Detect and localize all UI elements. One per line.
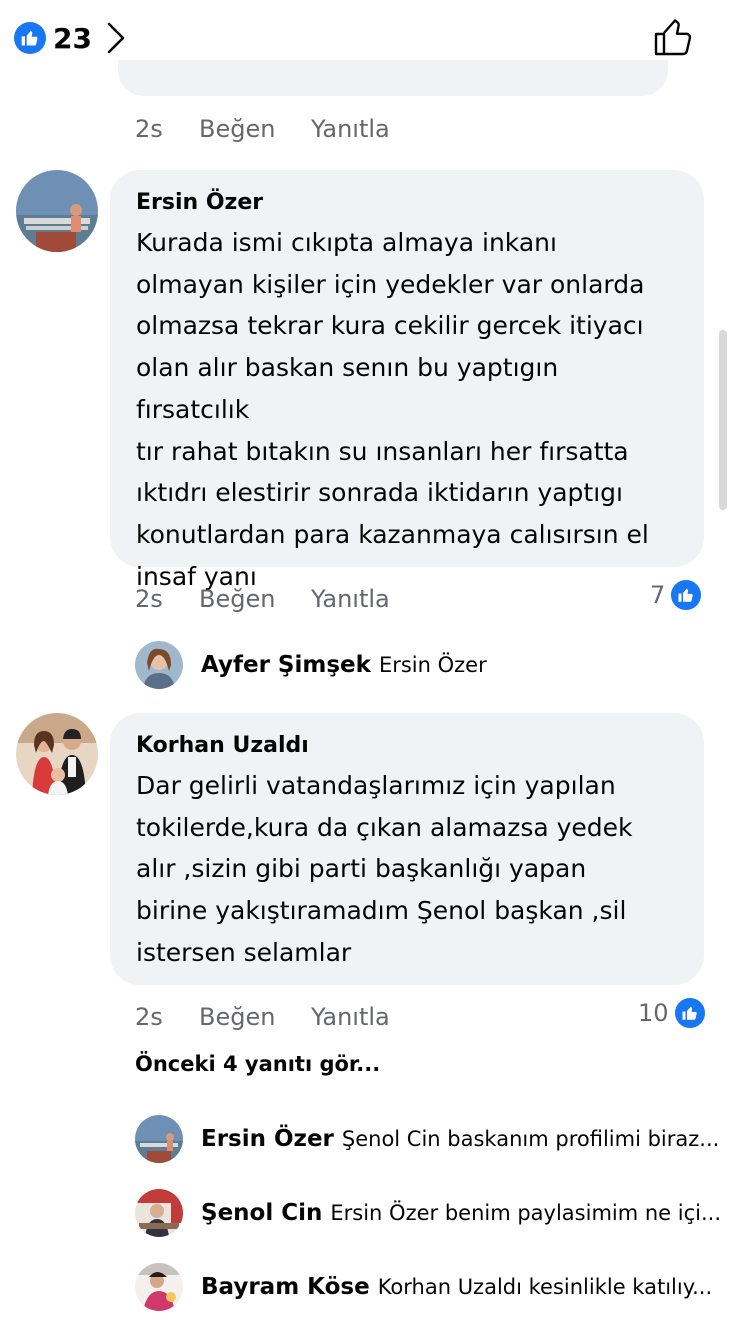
comment-author[interactable]: Korhan Uzaldı	[136, 731, 678, 761]
comment-time: 2s	[135, 585, 163, 613]
comment-time: 2s	[135, 115, 163, 143]
avatar	[135, 641, 183, 689]
reply-preview[interactable]: Ayfer Şimşek Ersin Özer	[135, 640, 487, 690]
thumbs-up-icon	[14, 22, 46, 54]
avatar	[135, 1115, 183, 1163]
comment-time: 2s	[135, 1003, 163, 1031]
reply-text: Şenol Cin baskanım profilimi biraz...	[341, 1127, 720, 1151]
like-link[interactable]: Beğen	[199, 115, 311, 143]
comment-actions: 2s Beğen Yanıtla	[135, 582, 390, 616]
reply-preview[interactable]: Ersin Özer Şenol Cin baskanım profilimi …	[135, 1114, 719, 1164]
reaction-count: 23	[53, 22, 92, 55]
thumbs-up-icon	[672, 996, 707, 1030]
avatar	[135, 1263, 183, 1311]
reaction-count: 7	[650, 581, 666, 609]
reaction-count: 10	[638, 999, 669, 1027]
reply-preview[interactable]: Bayram Köse Korhan Uzaldı kesinlikle kat…	[135, 1262, 712, 1312]
reply-link[interactable]: Yanıtla	[311, 115, 390, 143]
comment-bubble[interactable]: Korhan Uzaldı Dar gelirli vatandaşlarımı…	[110, 713, 704, 985]
reply-author[interactable]: Ayfer Şimşek	[201, 652, 371, 678]
reply-text: Korhan Uzaldı kesinlikle katılıy...	[377, 1275, 713, 1299]
avatar	[135, 1189, 183, 1237]
view-previous-replies-link[interactable]: Önceki 4 yanıtı gör...	[135, 1052, 380, 1076]
comment-text: Kurada ismi cıkıpta almaya inkanı olmaya…	[136, 228, 649, 591]
like-link[interactable]: Beğen	[199, 585, 311, 613]
comment-text: Dar gelirli vatandaşlarımız için yapılan…	[136, 771, 633, 967]
reply-author[interactable]: Bayram Köse	[201, 1274, 370, 1300]
like-link[interactable]: Beğen	[199, 1003, 311, 1031]
reply-preview[interactable]: Şenol Cin Ersin Özer benim paylasimim ne…	[135, 1188, 721, 1238]
reply-author[interactable]: Ersin Özer	[201, 1126, 334, 1152]
chevron-right-icon[interactable]	[104, 21, 128, 59]
reply-text: Ersin Özer	[378, 653, 487, 677]
comment-reactions[interactable]: 7	[650, 578, 704, 612]
previous-comment-bubble	[118, 60, 668, 96]
reply-author[interactable]: Şenol Cin	[201, 1200, 322, 1226]
reply-text: Ersin Özer benim paylasimim ne içi...	[330, 1201, 722, 1225]
scrollbar[interactable]	[719, 330, 727, 510]
comment-reactions[interactable]: 10	[638, 996, 707, 1030]
avatar[interactable]	[16, 713, 98, 795]
comment-author[interactable]: Ersin Özer	[136, 188, 678, 218]
reply-link[interactable]: Yanıtla	[311, 1003, 390, 1031]
comment-actions: 2s Beğen Yanıtla	[135, 112, 390, 146]
thumbs-up-outline-icon[interactable]	[653, 16, 695, 62]
reply-link[interactable]: Yanıtla	[311, 585, 390, 613]
comment-actions: 2s Beğen Yanıtla	[135, 1000, 390, 1034]
comment-bubble[interactable]: Ersin Özer Kurada ismi cıkıpta almaya in…	[110, 170, 704, 591]
avatar[interactable]	[16, 170, 98, 252]
thumbs-up-icon	[669, 578, 704, 612]
